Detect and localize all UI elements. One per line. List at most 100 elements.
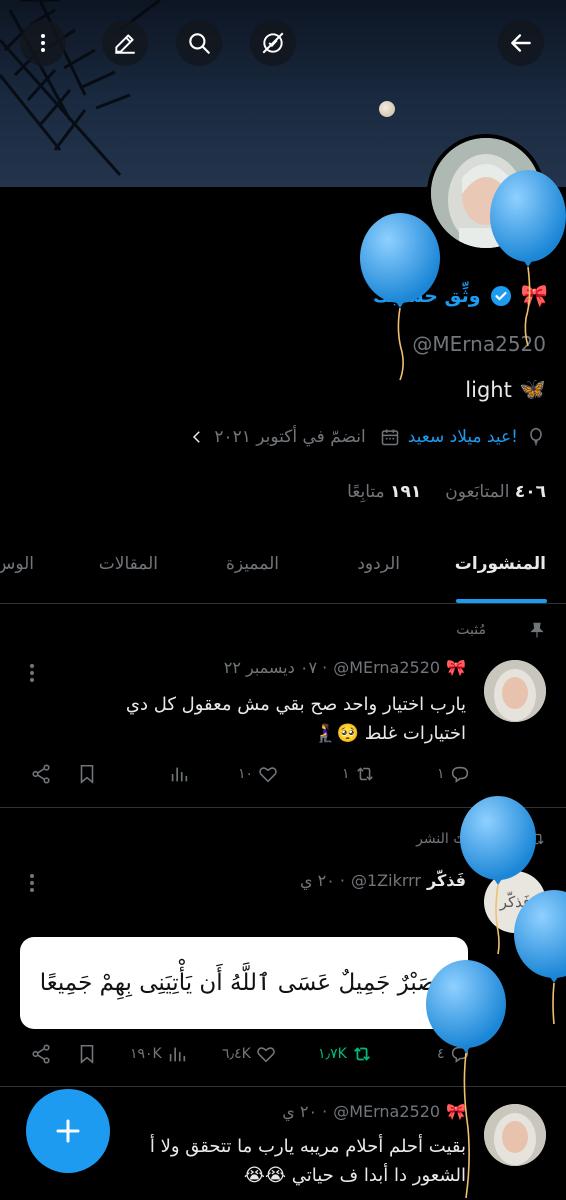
views-button[interactable] (168, 763, 190, 785)
tab-articles[interactable]: المقالات (99, 554, 158, 574)
following-label: متابِعًا (347, 482, 385, 502)
tab-media[interactable]: الوس (0, 554, 34, 574)
get-verified-link[interactable]: وثِّق حسابك (373, 285, 481, 307)
post-text-line: يارب اختيار واحد صح بقي مش معقول كل دي (125, 694, 466, 715)
repost-button[interactable]: ١ (342, 763, 376, 785)
quote-verse-text: فَصَبْرٌ جَمِيلٌ عَسَى ٱللَّهُ أَن يَأْت… (39, 970, 449, 996)
avatar-photo (431, 138, 541, 248)
share-icon (32, 764, 50, 784)
reply-button[interactable]: ٤ (437, 1043, 471, 1065)
post-handle[interactable]: @1Zikrrr (351, 871, 421, 890)
bookmark-icon (80, 764, 94, 784)
post-time[interactable]: ٢٠ ي · (300, 871, 345, 890)
calendar-icon (381, 429, 398, 446)
like-count: ١٠ (238, 766, 254, 782)
analytics-icon (171, 767, 188, 782)
heart-icon (256, 1047, 275, 1063)
post-header: 🎀 @MErna2520 ٢٠ ي · (282, 1102, 466, 1121)
more-vertical-icon (30, 664, 34, 682)
post-author-name[interactable]: فَذكّر (427, 871, 466, 890)
post-actions: ١ ١ ١٠ (0, 763, 566, 793)
tab-replies[interactable]: الردود (357, 554, 400, 574)
bookmark-button[interactable] (76, 763, 98, 785)
repost-icon (356, 767, 373, 781)
pin-icon (530, 622, 544, 638)
repost-button[interactable]: ١٫٧K (318, 1043, 373, 1065)
post-image[interactable]: فَصَبْرٌ جَمِيلٌ عَسَى ٱللَّهُ أَن يَأْت… (20, 937, 468, 1029)
post-text-line: اختيارات غلط 🥺🧎‍♀️ (314, 723, 466, 744)
balloon-icon (530, 427, 542, 446)
profile-name-row: 🎀 وثِّق حسابك (373, 278, 548, 314)
profile-bio: light 🦋 (465, 377, 546, 402)
bow-emoji: 🎀 (446, 658, 466, 677)
edit-profile-button[interactable] (102, 20, 148, 66)
active-tab-indicator (456, 599, 547, 603)
post-more-button[interactable] (26, 871, 38, 900)
back-button[interactable] (498, 20, 544, 66)
post-text: بقيت أحلم أحلام مريبه يارب ما تتحقق ولا … (150, 1132, 466, 1190)
post-avatar[interactable]: فَذكّر (484, 871, 546, 933)
share-button[interactable] (30, 763, 52, 785)
like-button[interactable]: ١٠ (238, 763, 279, 785)
arrow-left-icon (511, 34, 531, 52)
post-more-button[interactable] (26, 661, 38, 690)
post-time[interactable]: ٢٠ ي · (282, 1102, 327, 1121)
profile-handle: @MErna2520 (412, 332, 546, 356)
post-avatar[interactable] (484, 1104, 546, 1166)
verified-badge-icon (490, 286, 511, 306)
views-button[interactable]: ١٩٠K (130, 1043, 188, 1065)
post-header: فَذكّر @1Zikrrr ٢٠ ي · (300, 871, 466, 890)
compose-post-button[interactable] (26, 1089, 110, 1173)
moon-graphic (379, 101, 395, 117)
repost-context: أعدتَ النشر (416, 830, 546, 848)
butterfly-emoji: 🦋 (519, 377, 546, 401)
verified-slash-icon (262, 32, 284, 54)
like-button[interactable]: ٦٫٤K (222, 1043, 277, 1065)
bow-emoji: 🎀 (446, 1102, 466, 1121)
pencil-icon (115, 34, 135, 54)
birthday-text[interactable]: عيد ميلاد سعيد! (408, 427, 518, 447)
post-actions: ٤ ١٫٧K ٦٫٤K ١٩٠K (0, 1043, 566, 1073)
bow-emoji: 🎀 (520, 283, 548, 309)
verify-button[interactable] (250, 20, 296, 66)
tab-posts[interactable]: المنشورات (455, 554, 546, 574)
profile-avatar[interactable] (427, 134, 545, 252)
more-options-button[interactable] (20, 20, 66, 66)
followers-stat[interactable]: ٤٠٦ المتابَعون (445, 482, 546, 502)
repost-count: ١ (342, 766, 350, 782)
post-text-line: الشعور دا أبدا ف حياتي 😭😭 (243, 1165, 466, 1186)
avatar-photo (484, 1104, 546, 1166)
plus-icon (56, 1119, 80, 1143)
post-text-line: بقيت أحلم أحلام مريبه يارب ما تتحقق ولا … (149, 1136, 466, 1157)
bookmark-button[interactable] (76, 1043, 98, 1065)
search-button[interactable] (176, 20, 222, 66)
post-time[interactable]: ٠٧ ديسمبر ٢٢ · (224, 658, 327, 677)
following-count: ١٩١ (390, 482, 422, 502)
repost-count: ١٫٧K (318, 1046, 347, 1062)
search-icon (189, 33, 210, 54)
chevron-left-icon[interactable] (188, 428, 206, 446)
repost-icon (530, 833, 544, 845)
followers-label: المتابَعون (445, 482, 510, 502)
follow-stats: ٤٠٦ المتابَعون ١٩١ متابِعًا (347, 482, 546, 502)
reply-button[interactable]: ١ (437, 763, 471, 785)
reply-count: ١ (437, 766, 445, 782)
share-icon (32, 1044, 50, 1064)
post-avatar[interactable] (484, 660, 546, 722)
profile-tabs: المنشورات الردود المميزة المقالات الوس (0, 534, 566, 604)
views-count: ١٩٠K (130, 1046, 162, 1062)
joined-date: انضمّ في أكتوبر ٢٠٢١ (214, 427, 366, 447)
post-handle[interactable]: @MErna2520 (333, 1102, 440, 1121)
avatar-calligraphy: فَذكّر (499, 893, 531, 911)
repost-label: أعدتَ النشر (416, 831, 486, 847)
reply-icon (451, 766, 468, 783)
heart-icon (259, 767, 277, 783)
pinned-context: مُثبت (456, 621, 546, 639)
share-button[interactable] (30, 1043, 52, 1065)
post-handle[interactable]: @MErna2520 (333, 658, 440, 677)
bio-text: light (465, 377, 512, 402)
reply-icon (451, 1046, 468, 1063)
following-stat[interactable]: ١٩١ متابِعًا (347, 482, 421, 502)
tab-highlights[interactable]: المميزة (226, 554, 279, 574)
repost-icon (353, 1047, 370, 1061)
